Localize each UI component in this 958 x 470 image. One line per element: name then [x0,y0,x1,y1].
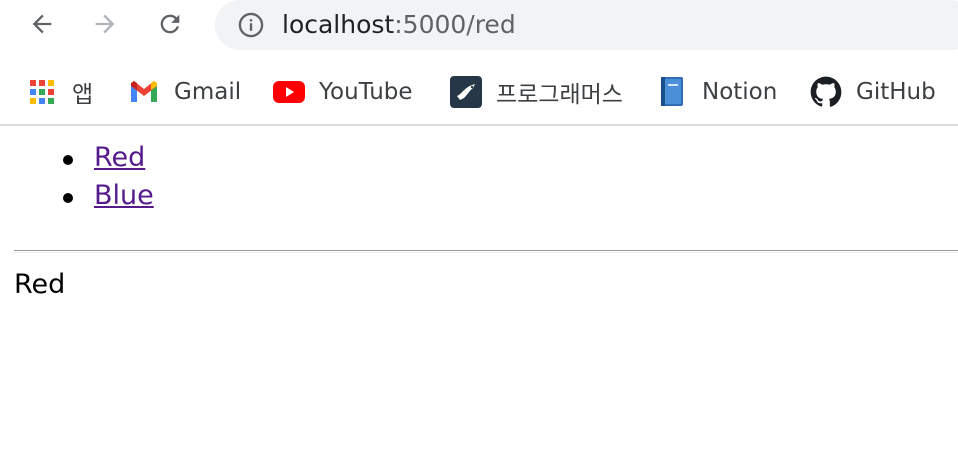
horizontal-rule [14,250,958,253]
browser-toolbar: localhost:5000/red [0,0,958,52]
body-text: Red [14,269,66,300]
github-icon [810,76,842,108]
notion-book-icon [656,76,688,108]
bookmark-notion[interactable]: Notion [656,76,777,108]
bookmark-gmail[interactable]: Gmail [128,76,241,108]
bookmark-programmers[interactable]: 프로그래머스 [450,76,623,108]
apps-grid-icon [26,76,58,108]
gmail-icon [128,76,160,108]
reload-icon [160,14,180,34]
arrow-left-icon [32,14,52,34]
url-path: :5000/red [394,10,516,39]
bullet-icon [63,155,73,165]
forward-button[interactable] [87,6,123,42]
url-host: localhost [282,10,395,39]
bookmark-label: Gmail [174,79,242,105]
blue-link[interactable]: Blue [94,178,154,214]
bullet-icon [63,193,73,203]
programmers-icon [450,76,482,108]
back-button[interactable] [24,6,60,42]
bookmark-youtube[interactable]: YouTube [273,76,413,108]
youtube-icon [273,76,305,108]
info-icon[interactable] [237,11,265,39]
bookmark-label: GitHub [856,79,936,105]
bookmark-label: 앱 [72,82,94,108]
bookmarks-bar: 앱 Gmail YouTube 프로그래머스 Notion GitHub [0,64,958,120]
address-bar[interactable]: localhost:5000/red [215,0,958,50]
reload-button[interactable] [152,6,188,42]
bookmark-label: YouTube [319,79,413,105]
bookmark-github[interactable]: GitHub [810,76,936,108]
bookmark-label: 프로그래머스 [496,82,623,108]
toolbar-divider [0,124,958,126]
bookmark-label: Notion [702,79,778,105]
red-link[interactable]: Red [94,140,145,176]
bookmark-apps[interactable]: 앱 [26,76,93,108]
arrow-right-icon [95,14,115,34]
url-text: localhost:5000/red [282,11,516,39]
